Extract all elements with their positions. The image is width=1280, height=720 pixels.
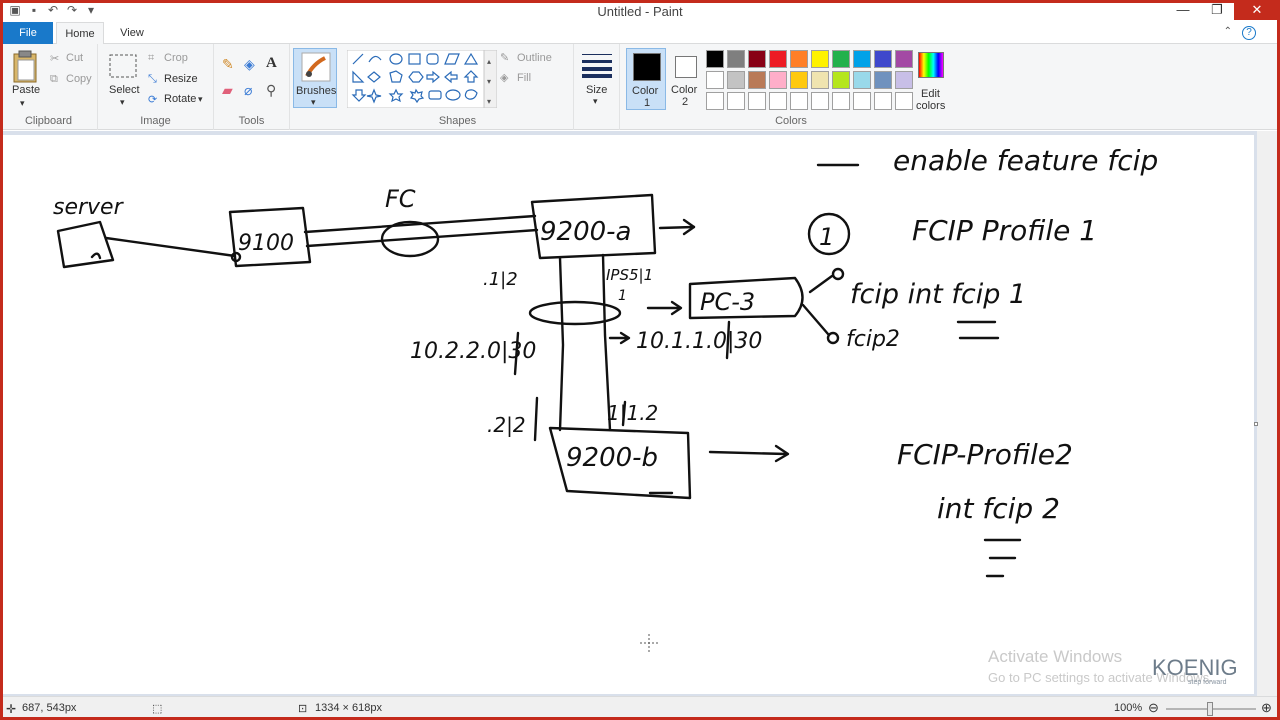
ip-link-left: [558, 256, 565, 432]
fc-link-bottom: [305, 228, 539, 248]
label-ip-right: 10.1.1.0|30: [636, 329, 762, 354]
cursor-position-icon: ✛: [6, 702, 17, 716]
label-port-a1: .1|2: [483, 269, 518, 290]
selection-size-icon: ⬚: [152, 703, 163, 715]
koenig-logo: KOENIG: [1152, 655, 1238, 680]
label-switch-a: 9200-a: [540, 217, 631, 247]
activate-windows-title: Activate Windows: [988, 647, 1123, 666]
note-int-fcip-2: int fcip 2: [937, 492, 1060, 525]
link-ellipse: [528, 300, 622, 326]
label-port-ip: IPS5|1: [606, 266, 653, 284]
label-fc: FC: [385, 185, 416, 213]
label-server: server: [53, 195, 125, 220]
note-circle-number: 1: [819, 223, 834, 251]
server-box: [56, 220, 115, 269]
zoom-slider-thumb[interactable]: [1207, 702, 1213, 716]
zoom-in-button[interactable]: ⊕: [1261, 700, 1272, 716]
zoom-level: 100%: [1114, 702, 1143, 714]
zoom-out-button[interactable]: ⊖: [1148, 700, 1159, 716]
canvas-size-icon: ⊡: [298, 703, 308, 715]
label-switch-small: 9100: [238, 231, 294, 256]
ink-drawing: server 9100 FC 9200-a .1|2 IPS5|1 1 PC-3…: [53, 144, 1158, 652]
koenig-logo-tagline: step forward: [1188, 679, 1227, 686]
note-fcip-profile-1: FCIP Profile 1: [912, 214, 1097, 247]
label-switch-b: 9200-b: [566, 443, 658, 473]
label-port-b1: .2|2: [487, 413, 526, 437]
note-fcip-profile-2: FCIP-Profile2: [897, 438, 1073, 471]
label-ip-left: 10.2.2.0|30: [410, 339, 536, 364]
note-fcip-int-1: fcip int fcip 1: [850, 279, 1026, 310]
status-bar: ✛ 687, 543px ⬚ ⊡ 1334 × 618px 100% ⊖ ⊕: [0, 696, 1280, 720]
cursor-position: 687, 543px: [22, 702, 77, 714]
label-pc: PC-3: [700, 288, 755, 316]
label-port-1: 1: [618, 288, 627, 304]
server-link: [104, 236, 237, 258]
crosshair-cursor: [640, 634, 658, 652]
note-fcip2: fcip2: [846, 327, 900, 352]
note-enable-feature: enable feature fcip: [893, 144, 1158, 177]
label-port-b2: 1|1.2: [607, 401, 658, 425]
canvas-size: 1334 × 618px: [315, 702, 382, 714]
